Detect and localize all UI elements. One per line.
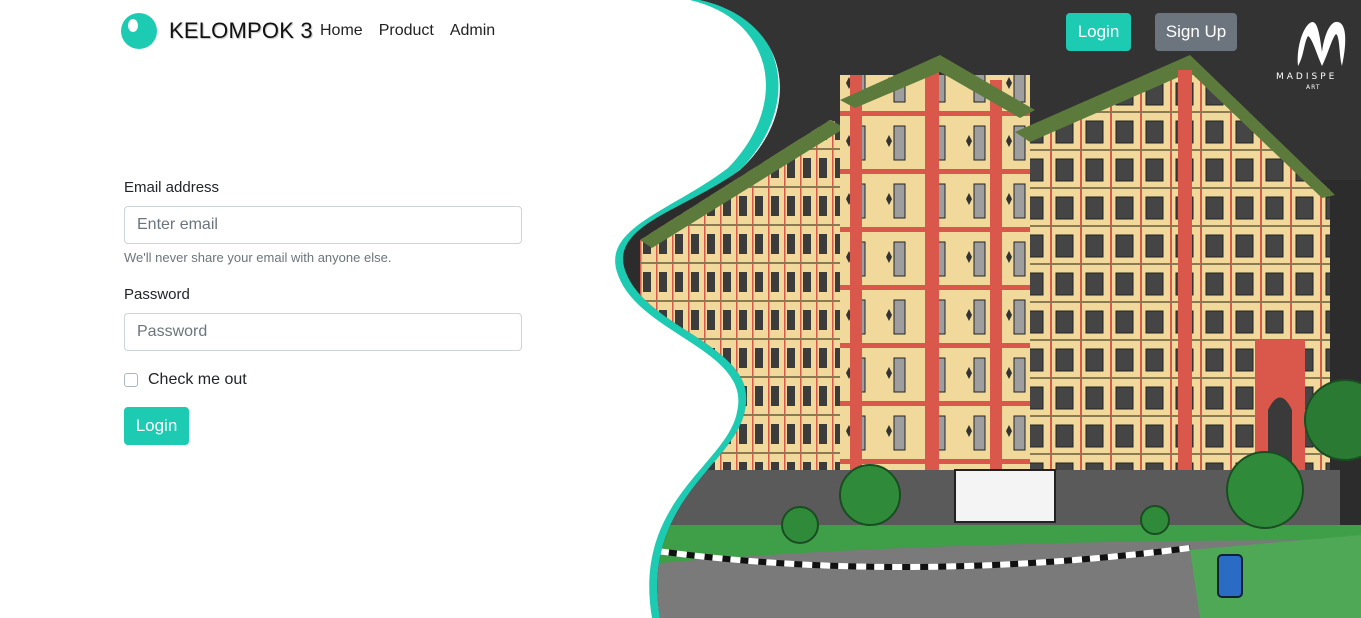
navbar: KELOMPOK 3 Home Product Admin Login Sign… [0, 0, 1361, 64]
madispe-art-logo: MADISPE ART [1276, 16, 1361, 106]
nav-link-product[interactable]: Product [379, 22, 434, 40]
nav-link-home[interactable]: Home [320, 22, 363, 40]
brand-logo-icon [121, 13, 157, 49]
check-me-out-label[interactable]: Check me out [148, 371, 247, 389]
password-label: Password [124, 286, 190, 303]
building-left-wing [640, 120, 860, 470]
login-submit-button[interactable]: Login [124, 407, 189, 445]
email-help-text: We'll never share your email with anyone… [124, 250, 392, 265]
madispe-m-icon [1297, 21, 1346, 67]
building-center-tower [840, 55, 1035, 535]
brand-name: KELOMPOK 3 [169, 18, 313, 43]
billboard [954, 469, 1056, 523]
trash-bin [1217, 554, 1243, 598]
watermark-text: MADISPE [1276, 72, 1338, 82]
email-label: Email address [124, 179, 220, 196]
brand[interactable]: KELOMPOK 3 [121, 13, 313, 49]
login-form: Email address We'll never share your ema… [124, 179, 522, 445]
email-input[interactable] [124, 206, 522, 244]
watermark-subtext: ART [1306, 84, 1321, 91]
nav-link-admin[interactable]: Admin [450, 22, 495, 40]
nav-signup-button[interactable]: Sign Up [1155, 13, 1237, 51]
nav-links: Home Product Admin [320, 22, 495, 40]
check-me-out-checkbox[interactable] [124, 373, 138, 387]
remember-row: Check me out [124, 371, 522, 389]
nav-login-button[interactable]: Login [1066, 13, 1131, 51]
password-input[interactable] [124, 313, 522, 351]
